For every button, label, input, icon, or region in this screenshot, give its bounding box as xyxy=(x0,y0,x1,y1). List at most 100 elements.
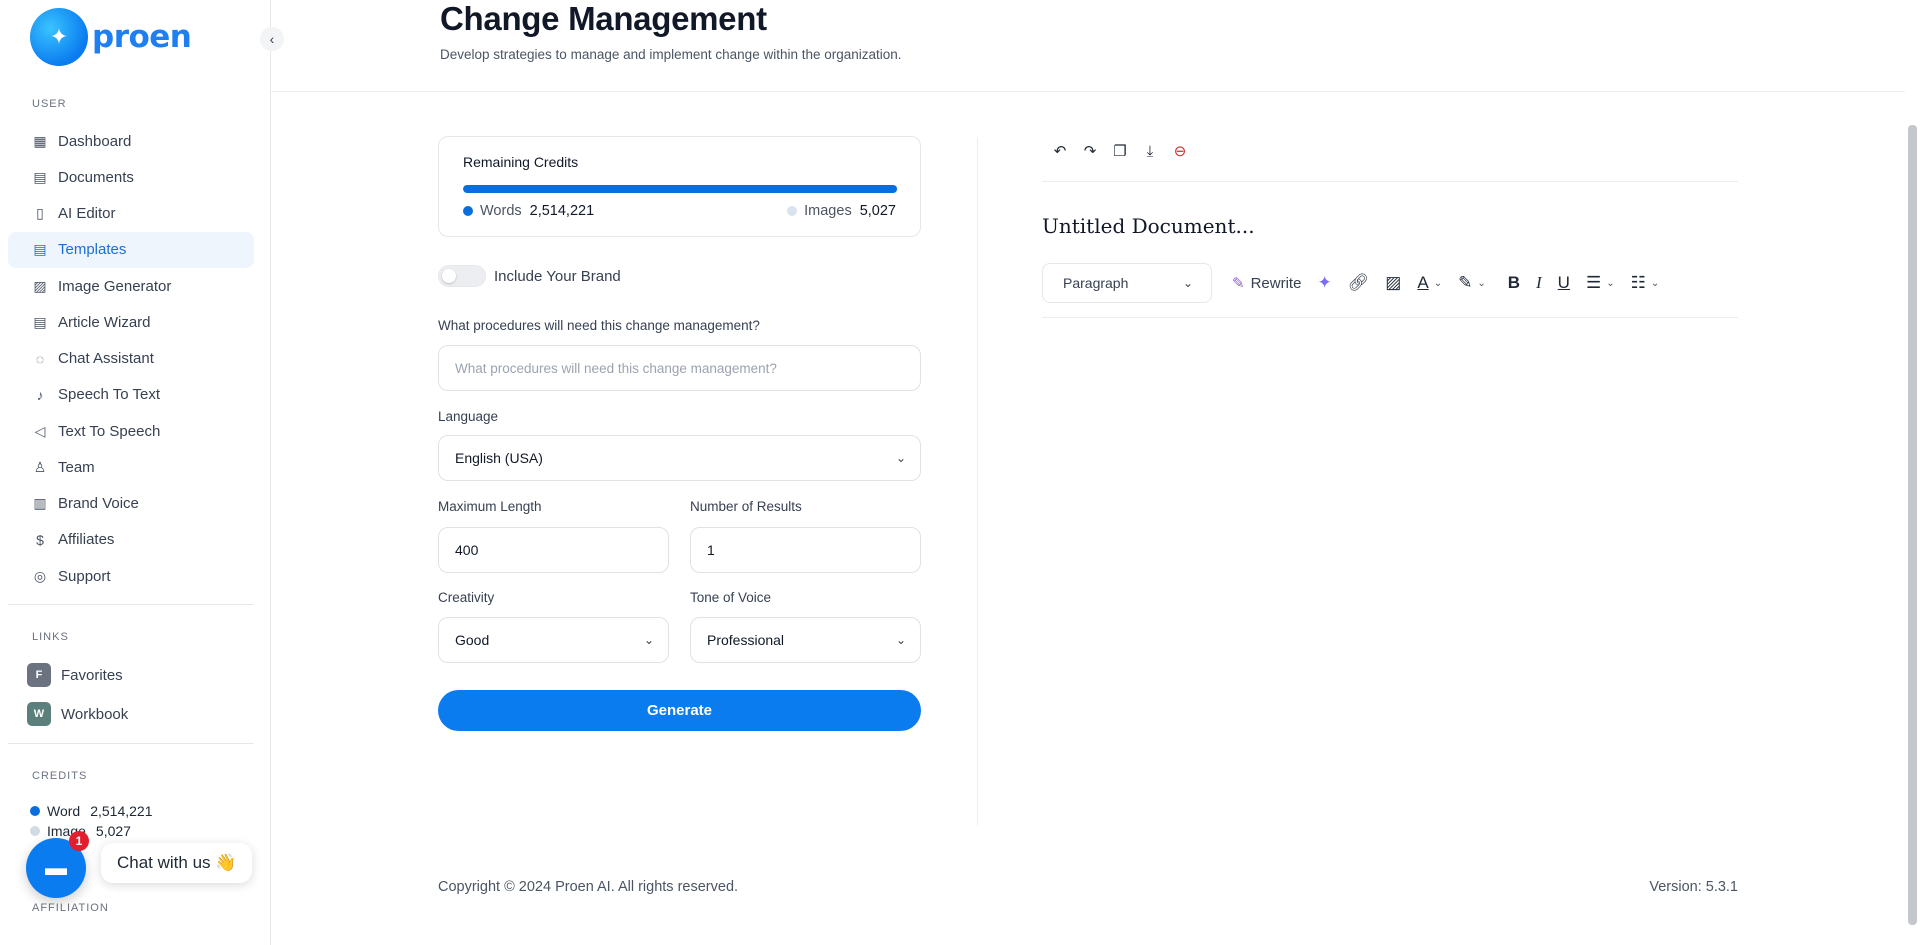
chat-icon: ▬ xyxy=(45,855,67,880)
include-brand-toggle[interactable] xyxy=(438,265,486,287)
sidebar-item-dashboard[interactable]: ▦ Dashboard xyxy=(8,123,254,159)
underline-icon[interactable]: U xyxy=(1558,273,1570,293)
text-color-icon[interactable]: A ⌄ xyxy=(1417,273,1442,293)
section-label-credits: CREDITS xyxy=(32,770,88,782)
collapse-sidebar-button[interactable]: ‹ xyxy=(260,27,284,51)
column-separator xyxy=(977,137,978,825)
highlight-icon[interactable]: ✎ ⌄ xyxy=(1458,273,1486,293)
images-label: Images xyxy=(804,203,852,219)
sidebar-item-text-to-speech[interactable]: ◁ Text To Speech xyxy=(8,413,254,449)
tone-value: Professional xyxy=(707,632,785,648)
sidebar-item-label: Team xyxy=(58,458,95,476)
include-brand-row: Include Your Brand xyxy=(438,265,621,287)
procedures-input[interactable]: What procedures will need this change ma… xyxy=(438,345,921,391)
sidebar-item-speech-to-text[interactable]: ♪ Speech To Text xyxy=(8,377,254,413)
images-value: 5,027 xyxy=(859,203,896,219)
bullet-list-icon[interactable]: ☰ ⌄ xyxy=(1586,273,1615,293)
chevron-left-icon: ‹ xyxy=(269,31,275,47)
book-icon: ▯ xyxy=(36,205,44,221)
grid-icon: ▦ xyxy=(33,132,47,149)
sidebar-item-brand-voice[interactable]: ▥ Brand Voice xyxy=(8,486,254,522)
chat-unread-badge: 1 xyxy=(69,831,89,851)
link-workbook[interactable]: W Workbook xyxy=(27,702,128,726)
document-title[interactable]: Untitled Document... xyxy=(1042,214,1255,238)
sidebar-item-label: Dashboard xyxy=(58,132,132,150)
image-dot-icon xyxy=(30,826,40,836)
chat-icon: ◌ xyxy=(35,350,45,367)
image-icon: ▨ xyxy=(33,277,47,294)
sidebar-item-documents[interactable]: ▤ Documents xyxy=(8,159,254,195)
file-edit-icon: ▤ xyxy=(33,313,47,330)
images-credit: Images 5,027 xyxy=(787,203,896,219)
max-length-label: Maximum Length xyxy=(438,499,542,514)
remaining-credits-card: Remaining Credits Words 2,514,221 Images… xyxy=(438,136,921,237)
sidebar-item-support[interactable]: ◎ Support xyxy=(8,558,254,594)
credit-image-value: 5,027 xyxy=(95,823,131,839)
rewrite-button[interactable]: ✎ Rewrite xyxy=(1232,274,1302,293)
image-icon[interactable]: ▨ xyxy=(1385,273,1401,293)
paragraph-select[interactable]: Paragraph ⌄ xyxy=(1042,263,1212,303)
procedures-label: What procedures will need this change ma… xyxy=(438,318,760,333)
pencil-icon: ✎ xyxy=(1232,275,1245,292)
chat-with-us-pill[interactable]: Chat with us 👋 xyxy=(101,843,253,883)
editor-divider xyxy=(1042,317,1738,318)
speaker-icon: ◁ xyxy=(34,422,46,439)
sidebar-item-label: Templates xyxy=(58,241,127,259)
link-icon[interactable]: 🔗︎ xyxy=(1348,273,1370,293)
undo-icon[interactable]: ↶ xyxy=(1045,140,1075,162)
scrollbar-thumb[interactable] xyxy=(1908,125,1917,925)
italic-icon[interactable]: I xyxy=(1536,273,1542,293)
language-select[interactable]: English (USA) ⌄ xyxy=(438,435,921,481)
sidebar-item-affiliates[interactable]: $ Affiliates xyxy=(8,522,254,558)
num-results-label: Number of Results xyxy=(690,499,802,514)
page-subtitle: Develop strategies to manage and impleme… xyxy=(440,47,902,62)
sidebar-item-team[interactable]: ♙ Team xyxy=(8,449,254,485)
sparkle-icon: ✦ xyxy=(30,8,88,66)
max-length-input[interactable]: 400 xyxy=(438,527,669,573)
sidebar-item-templates[interactable]: ▤ Templates xyxy=(8,231,254,268)
copy-icon[interactable]: ❐ xyxy=(1105,140,1135,162)
user-plus-icon: ♙ xyxy=(33,458,47,475)
images-dot-icon xyxy=(787,206,798,216)
language-value: English (USA) xyxy=(455,450,543,466)
chevron-down-icon: ⌄ xyxy=(1182,276,1193,290)
editor-divider xyxy=(1042,181,1738,182)
redo-icon[interactable]: ↷ xyxy=(1075,140,1105,162)
numbered-list-icon[interactable]: ☷ ⌄ xyxy=(1631,273,1660,293)
sidebar-nav: ▦ Dashboard ▤ Documents ▯ AI Editor ▤ Templates… xyxy=(8,123,254,594)
paragraph-value: Paragraph xyxy=(1063,275,1129,291)
version-text: Version: 5.3.1 xyxy=(1649,879,1738,895)
sidebar-item-article-wizard[interactable]: ▤ Article Wizard xyxy=(8,304,254,340)
ai-sparkle-icon[interactable]: ✦ xyxy=(1317,273,1331,293)
brand-name: proen xyxy=(92,19,192,55)
chevron-down-icon: ⌄ xyxy=(643,633,654,647)
generate-button[interactable]: Generate xyxy=(438,690,921,731)
sidebar-item-label: Chat Assistant xyxy=(58,350,154,367)
bold-icon[interactable]: B xyxy=(1508,273,1520,293)
credits-title: Remaining Credits xyxy=(463,154,579,170)
sidebar-item-image-generator[interactable]: ▨ Image Generator xyxy=(8,268,254,304)
layout-icon: ▥ xyxy=(33,495,47,511)
sidebar-item-label: Documents xyxy=(58,168,134,186)
sidebar-divider xyxy=(8,604,254,605)
words-credit: Words 2,514,221 xyxy=(463,203,594,219)
sidebar-item-chat-assistant[interactable]: ◌ Chat Assistant xyxy=(8,341,254,377)
link-favorites[interactable]: F Favorites xyxy=(27,663,123,687)
language-label: Language xyxy=(438,409,499,424)
copyright-text: Copyright © 2024 Proen AI. All rights re… xyxy=(438,879,739,895)
creativity-value: Good xyxy=(455,632,490,648)
clear-icon[interactable]: ⊖ xyxy=(1165,140,1195,162)
microphone-icon: ♪ xyxy=(36,386,44,403)
num-results-input[interactable]: 1 xyxy=(690,527,921,573)
tone-select[interactable]: Professional ⌄ xyxy=(690,617,921,663)
scrollbar[interactable] xyxy=(1905,0,1920,945)
creativity-select[interactable]: Good ⌄ xyxy=(438,617,669,663)
logo[interactable]: ✦ proen xyxy=(30,8,192,66)
sidebar-item-label: Article Wizard xyxy=(58,313,151,331)
credit-word-value: 2,514,221 xyxy=(90,803,153,819)
sidebar-item-ai-editor[interactable]: ▯ AI Editor xyxy=(8,196,254,232)
sidebar: ✦ proen USER ▦ Dashboard ▤ Documents ▯ AI Edi… xyxy=(0,0,271,945)
word-dot-icon xyxy=(30,806,40,816)
rewrite-label: Rewrite xyxy=(1250,274,1302,292)
download-icon[interactable]: ⤓ xyxy=(1135,140,1165,162)
